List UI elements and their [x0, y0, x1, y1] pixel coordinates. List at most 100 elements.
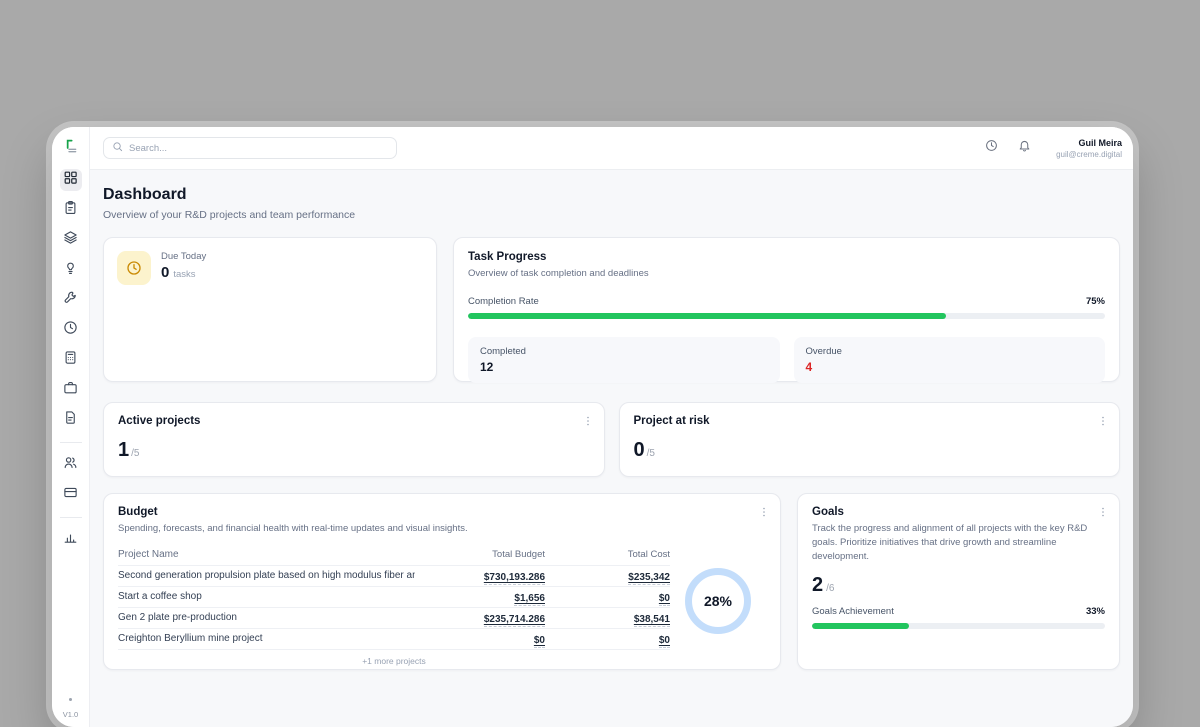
page-title: Dashboard	[103, 186, 1120, 204]
search-input[interactable]	[129, 143, 388, 154]
sidebar-divider	[60, 517, 82, 518]
overdue-stat: Overdue 4	[794, 337, 1106, 383]
goals-progress-fill	[812, 623, 909, 629]
bell-icon	[1018, 139, 1031, 157]
row-overview: Due Today 0 tasks Task Progress Overview…	[103, 237, 1120, 382]
total-budget-cell[interactable]: $0	[534, 635, 545, 648]
task-progress-title: Task Progress	[468, 251, 1105, 263]
completion-rate-value: 75%	[1086, 296, 1105, 307]
project-name-cell: Second generation propulsion plate based…	[118, 570, 415, 581]
task-progress-subtitle: Overview of task completion and deadline…	[468, 267, 1105, 281]
active-projects-card: Active projects 1 /5	[103, 402, 605, 477]
main-area: Guil Meira guil@creme.digital Dashboard …	[90, 127, 1133, 727]
sidebar-item-documents[interactable]	[60, 409, 82, 431]
table-row[interactable]: Creighton Beryllium mine project $0 $0	[118, 629, 670, 650]
more-projects-link[interactable]: +1 more projects	[118, 656, 670, 666]
total-cost-cell[interactable]: $235,342	[628, 572, 670, 585]
topbar: Guil Meira guil@creme.digital	[90, 127, 1133, 170]
completed-value: 12	[480, 360, 768, 374]
completed-stat: Completed 12	[468, 337, 780, 383]
calculator-icon	[63, 350, 78, 370]
search-box[interactable]	[103, 137, 397, 159]
goals-total: /6	[826, 583, 834, 594]
goals-card: Goals Track the progress and alignment o…	[797, 493, 1120, 670]
completion-progress-fill	[468, 313, 946, 319]
project-at-risk-total: /5	[647, 448, 655, 459]
col-project-name: Project Name	[118, 549, 415, 560]
budget-subtitle: Spending, forecasts, and financial healt…	[118, 522, 766, 536]
user-menu[interactable]: Guil Meira guil@creme.digital	[1056, 138, 1122, 159]
history-button[interactable]	[981, 138, 1001, 158]
kebab-menu-icon[interactable]	[581, 413, 595, 429]
credit-card-icon	[63, 485, 78, 505]
clock-icon	[985, 139, 998, 157]
total-budget-cell[interactable]: $1,656	[514, 593, 545, 606]
goals-achievement-label: Goals Achievement	[812, 606, 894, 617]
total-budget-cell[interactable]: $235,714.286	[484, 614, 545, 627]
total-cost-cell[interactable]: $38,541	[634, 614, 670, 627]
sidebar-item-team[interactable]	[60, 454, 82, 476]
kebab-menu-icon[interactable]	[757, 504, 771, 520]
sidebar-item-time[interactable]	[60, 319, 82, 341]
overdue-value: 4	[806, 360, 1094, 374]
sidebar-item-ideas[interactable]	[60, 259, 82, 281]
sidebar-item-dashboard[interactable]	[60, 169, 82, 191]
col-total-budget: Total Budget	[415, 549, 545, 560]
layers-icon	[63, 230, 78, 250]
budget-table: Project Name Total Budget Total Cost Sec…	[118, 545, 670, 657]
sidebar-item-tasks[interactable]	[60, 199, 82, 221]
document-icon	[63, 410, 78, 430]
sidebar-item-projects[interactable]	[60, 229, 82, 251]
user-name: Guil Meira	[1056, 138, 1122, 148]
sidebar-footer: V1.0	[63, 698, 78, 719]
table-row[interactable]: Second generation propulsion plate based…	[118, 566, 670, 587]
sidebar-item-billing[interactable]	[60, 484, 82, 506]
project-at-risk-title: Project at risk	[634, 415, 1106, 427]
goals-achievement-value: 33%	[1086, 606, 1105, 617]
project-name-cell: Start a coffee shop	[118, 591, 415, 602]
budget-table-header: Project Name Total Budget Total Cost	[118, 545, 670, 566]
project-name-cell: Gen 2 plate pre-production	[118, 612, 415, 623]
user-email: guil@creme.digital	[1056, 150, 1122, 159]
kebab-menu-icon[interactable]	[1096, 504, 1110, 520]
table-row[interactable]: Gen 2 plate pre-production $235,714.286 …	[118, 608, 670, 629]
completion-progress-bar	[468, 313, 1105, 319]
search-icon	[112, 139, 123, 157]
notifications-button[interactable]	[1014, 138, 1034, 158]
sidebar-item-portfolio[interactable]	[60, 379, 82, 401]
col-total-cost: Total Cost	[545, 549, 670, 560]
total-cost-cell[interactable]: $0	[659, 593, 670, 606]
status-dot	[69, 698, 72, 701]
goals-description: Track the progress and alignment of all …	[812, 522, 1105, 563]
goals-progress-bar	[812, 623, 1105, 629]
page-subtitle: Overview of your R&D projects and team p…	[103, 209, 1120, 221]
app-logo-icon[interactable]	[63, 138, 79, 159]
active-projects-total: /5	[131, 448, 139, 459]
kebab-menu-icon[interactable]	[1096, 413, 1110, 429]
wrench-icon	[63, 290, 78, 310]
sidebar-nav	[60, 169, 82, 551]
app-window: V1.0	[52, 127, 1133, 727]
topbar-right: Guil Meira guil@creme.digital	[981, 138, 1122, 159]
dashboard-grid-icon	[63, 170, 78, 190]
project-at-risk-value: 0	[634, 439, 645, 462]
due-today-label: Due Today	[161, 251, 206, 262]
sidebar-item-analytics[interactable]	[60, 529, 82, 551]
total-cost-cell[interactable]: $0	[659, 635, 670, 648]
sidebar-item-tools[interactable]	[60, 289, 82, 311]
due-today-clock-icon	[117, 251, 151, 285]
active-projects-title: Active projects	[118, 415, 590, 427]
completion-rate-label: Completion Rate	[468, 296, 539, 307]
sidebar: V1.0	[52, 127, 90, 727]
clipboard-icon	[63, 200, 78, 220]
sidebar-item-finance[interactable]	[60, 349, 82, 371]
budget-donut-area: 28%	[670, 545, 766, 657]
due-today-value: 0	[161, 264, 169, 281]
goals-title: Goals	[812, 506, 1105, 518]
table-row[interactable]: Start a coffee shop $1,656 $0	[118, 587, 670, 608]
due-today-unit: tasks	[173, 269, 195, 280]
budget-donut-chart: 28%	[685, 568, 751, 634]
budget-title: Budget	[118, 506, 766, 518]
total-budget-cell[interactable]: $730,193.286	[484, 572, 545, 585]
sidebar-divider	[60, 442, 82, 443]
